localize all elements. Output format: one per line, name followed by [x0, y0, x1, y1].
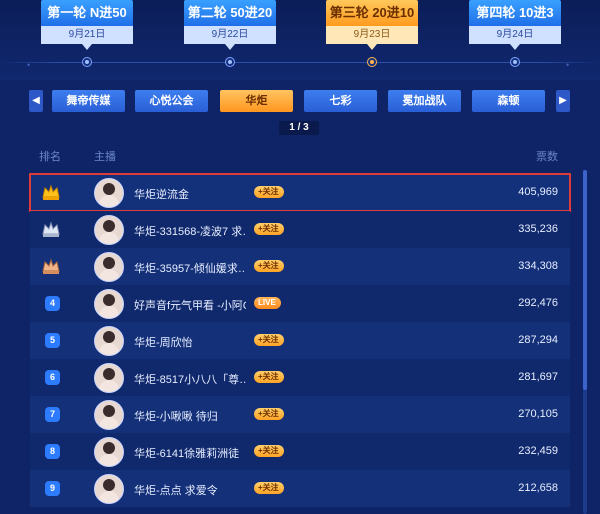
round-title: 第一轮 N进50	[41, 0, 133, 26]
round-date: 9月22日	[184, 26, 276, 44]
round-tab-1[interactable]: 第一轮 N进50 9月21日	[41, 0, 133, 50]
table-row[interactable]: 6 华炬-8517小八八「尊… +关注 281,697	[30, 359, 570, 396]
anchor-name[interactable]: 好声音f元气甲看 -小阿C	[134, 297, 246, 313]
rank-badge: 4	[45, 296, 60, 311]
avatar[interactable]	[94, 326, 124, 356]
anchor-name[interactable]: 华炬-6141徐雅莉洲徒	[134, 445, 246, 461]
vote-count: 292,476	[518, 297, 558, 309]
col-anchor: 主播	[94, 151, 116, 163]
rank-badge: 6	[45, 370, 60, 385]
avatar[interactable]	[94, 289, 124, 319]
col-votes: 票数	[536, 151, 558, 163]
timeline-dot-icon[interactable]	[510, 57, 520, 67]
scrollbar-thumb[interactable]	[583, 170, 587, 390]
avatar[interactable]	[94, 215, 124, 245]
live-badge[interactable]: LIVE	[254, 297, 281, 309]
table-row[interactable]: 华炬逆流金 +关注 405,969	[29, 173, 571, 212]
avatar[interactable]	[94, 363, 124, 393]
round-title: 第二轮 50进20	[184, 0, 276, 26]
rank-badge: 8	[45, 444, 60, 459]
rank-badge: 5	[45, 333, 60, 348]
follow-button[interactable]: +关注	[254, 334, 284, 346]
table-row[interactable]: 7 华炬-小啾啾 待归 +关注 270,105	[30, 396, 570, 433]
guild-tab-2[interactable]: 心悦公会	[135, 90, 208, 112]
table-row[interactable]: 华炬-35957-倾仙媛求… +关注 334,308	[30, 248, 570, 285]
follow-button[interactable]: +关注	[254, 260, 284, 272]
avatar[interactable]	[94, 178, 124, 208]
follow-button[interactable]: +关注	[254, 482, 284, 494]
vote-count: 405,969	[518, 186, 558, 198]
vote-count: 281,697	[518, 371, 558, 383]
anchor-name[interactable]: 华炬-331568-凌波7 求…	[134, 223, 246, 239]
round-tab-2[interactable]: 第二轮 50进20 9月22日	[184, 0, 276, 50]
table-row[interactable]: 华炬-331568-凌波7 求… +关注 335,236	[30, 211, 570, 248]
timeline-dot-active-icon[interactable]	[367, 57, 377, 67]
round-date: 9月21日	[41, 26, 133, 44]
follow-button[interactable]: +关注	[254, 408, 284, 420]
round-date: 9月23日	[326, 26, 418, 44]
scrollbar[interactable]	[583, 170, 587, 514]
vote-count: 287,294	[518, 334, 558, 346]
round-pointer-icon	[82, 44, 92, 50]
round-title: 第四轮 10进3	[469, 0, 561, 26]
vote-count: 270,105	[518, 408, 558, 420]
guild-tab-4[interactable]: 七彩	[304, 90, 377, 112]
anchor-name[interactable]: 华炬-点点 求爱令	[134, 482, 246, 498]
follow-button[interactable]: +关注	[254, 223, 284, 235]
guild-tab-5[interactable]: 冕加战队	[388, 90, 461, 112]
page-indicator: 1 / 3	[279, 121, 319, 135]
round-title: 第三轮 20进10	[326, 0, 418, 26]
timeline-end-icon: •	[566, 60, 570, 70]
timeline-end-icon: •	[27, 60, 31, 70]
round-pointer-icon	[367, 44, 377, 50]
vote-count: 212,658	[518, 482, 558, 494]
table-row[interactable]: 9 华炬-点点 求爱令 +关注 212,658	[30, 470, 570, 507]
table-header: 排名 主播 票数	[0, 148, 600, 164]
guild-tabs: ◀ 舞帝传媒 心悦公会 华炬 七彩 冕加战队 森顿 ▶	[0, 90, 600, 112]
round-tab-4[interactable]: 第四轮 10进3 9月24日	[469, 0, 561, 50]
guild-tab-1[interactable]: 舞帝传媒	[52, 90, 125, 112]
table-row[interactable]: 5 华炬-周欣怡 +关注 287,294	[30, 322, 570, 359]
timeline-dot-icon[interactable]	[225, 57, 235, 67]
col-rank: 排名	[39, 151, 61, 163]
follow-button[interactable]: +关注	[254, 371, 284, 383]
anchor-name[interactable]: 华炬-35957-倾仙媛求…	[134, 260, 246, 276]
guild-tab-3[interactable]: 华炬	[220, 90, 293, 112]
anchor-name[interactable]: 华炬逆流金	[134, 186, 246, 202]
rank-badge: 7	[45, 407, 60, 422]
round-pointer-icon	[510, 44, 520, 50]
bronze-crown-icon	[42, 258, 60, 274]
anchor-name[interactable]: 华炬-8517小八八「尊…	[134, 371, 246, 387]
vote-count: 335,236	[518, 223, 558, 235]
anchor-name[interactable]: 华炬-周欣怡	[134, 334, 246, 350]
vote-count: 334,308	[518, 260, 558, 272]
round-tab-3[interactable]: 第三轮 20进10 9月23日	[326, 0, 418, 50]
avatar[interactable]	[94, 252, 124, 282]
vote-count: 232,459	[518, 445, 558, 457]
follow-button[interactable]: +关注	[254, 445, 284, 457]
round-selector: 第一轮 N进50 9月21日 第二轮 50进20 9月22日 第三轮 20进10…	[0, 0, 600, 80]
silver-crown-icon	[42, 221, 60, 237]
round-pointer-icon	[225, 44, 235, 50]
round-date: 9月24日	[469, 26, 561, 44]
timeline-dot-icon[interactable]	[82, 57, 92, 67]
anchor-name[interactable]: 华炬-小啾啾 待归	[134, 408, 246, 424]
follow-button[interactable]: +关注	[254, 186, 284, 198]
table-row[interactable]: 8 华炬-6141徐雅莉洲徒 +关注 232,459	[30, 433, 570, 470]
avatar[interactable]	[94, 437, 124, 467]
avatar[interactable]	[94, 474, 124, 504]
avatar[interactable]	[94, 400, 124, 430]
rank-badge: 9	[45, 481, 60, 496]
next-arrow-icon[interactable]: ▶	[556, 90, 570, 112]
table-row[interactable]: 4 好声音f元气甲看 -小阿C LIVE 292,476	[30, 285, 570, 322]
prev-arrow-icon[interactable]: ◀	[29, 90, 43, 112]
guild-tab-6[interactable]: 森顿	[472, 90, 545, 112]
gold-crown-icon	[42, 184, 60, 200]
